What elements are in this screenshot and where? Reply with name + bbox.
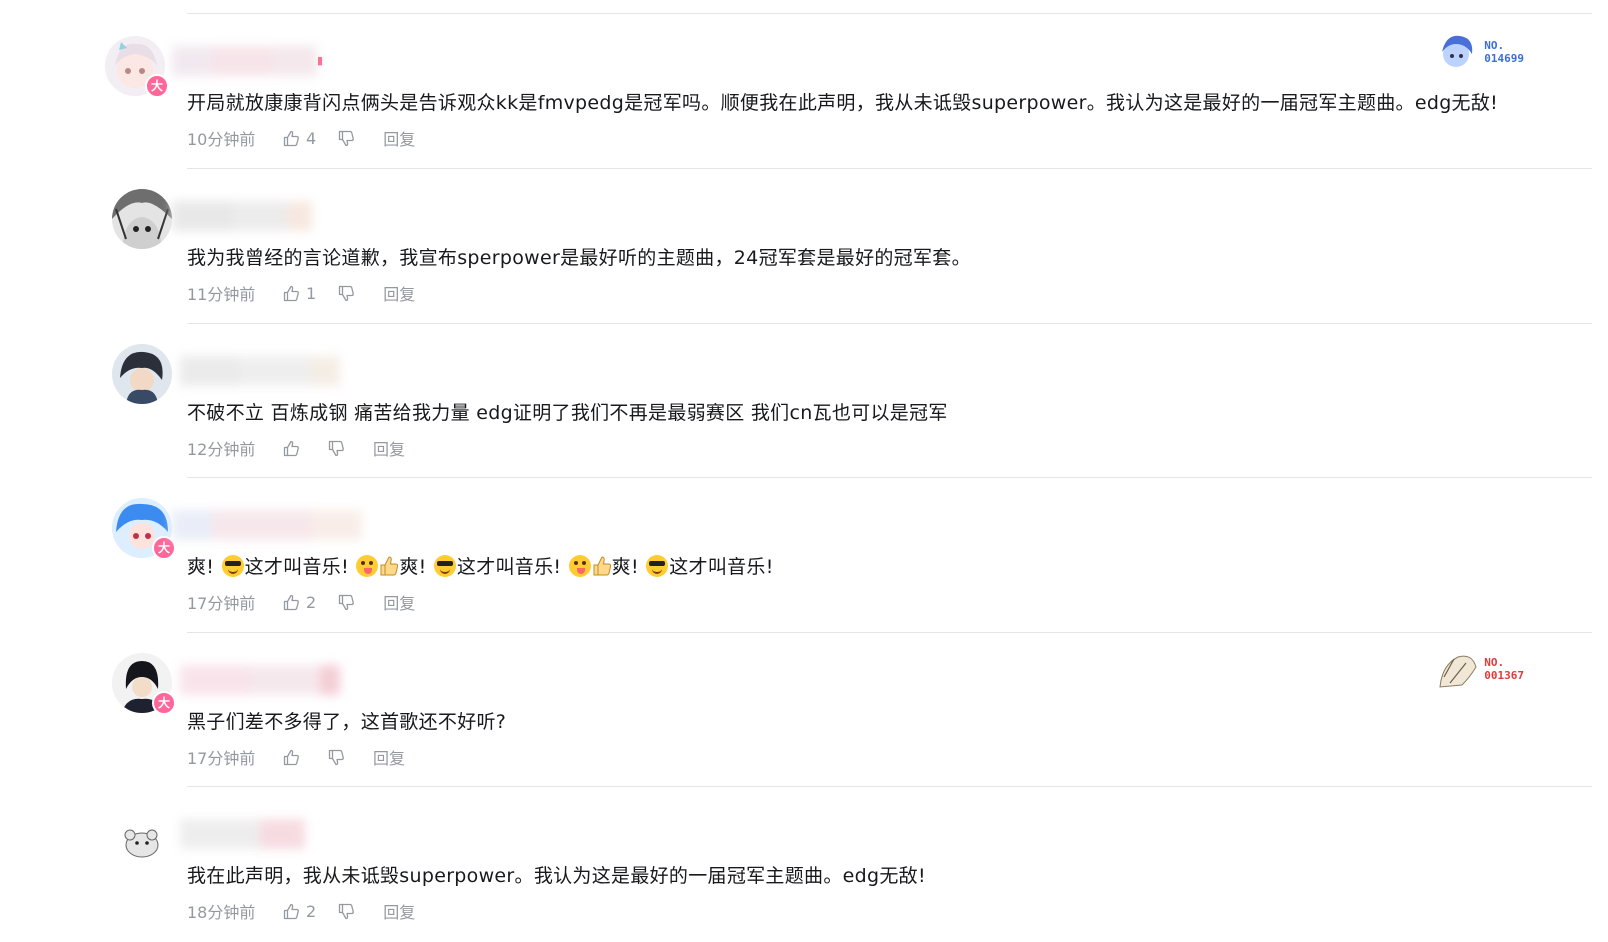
sunglasses-emoji <box>221 555 244 577</box>
thumbs-up-icon <box>283 130 299 146</box>
comment-item: 我在此声明，我从未诋毁superpower。我认为这是最好的一届冠军主题曲。ed… <box>0 773 1608 933</box>
thumbs-up-icon <box>283 285 299 301</box>
fan-badge-number: NO. 001367 <box>1484 656 1524 682</box>
tongue-out-emoji <box>568 555 591 577</box>
text-fragment: 爽! <box>187 556 215 578</box>
fan-badge-character <box>1436 30 1481 74</box>
avatar[interactable]: 大 <box>105 36 169 98</box>
comment-meta: 17分钟前 2 回复 <box>187 590 415 614</box>
comment-item: 不破不立 百炼成钢 痛苦给我力量 edg证明了我们不再是最弱赛区 我们cn瓦也可… <box>0 310 1608 470</box>
username-blurred[interactable] <box>180 350 340 392</box>
timestamp: 17分钟前 <box>187 749 256 768</box>
text-fragment: 爽! <box>399 556 427 578</box>
like-button[interactable]: 2 <box>283 593 316 612</box>
thumbs-up-icon <box>283 594 299 610</box>
like-count: 2 <box>306 901 317 921</box>
dislike-button[interactable] <box>338 130 355 147</box>
username-blurred[interactable] <box>172 504 362 546</box>
timestamp: 12分钟前 <box>187 440 256 459</box>
big-member-badge: 大 <box>152 691 176 715</box>
thumbs-up-icon <box>283 440 299 456</box>
fan-badge-image <box>1436 30 1481 74</box>
comment-item: 我为我曾经的言论道歉，我宣布sperpower是最好听的主题曲，24冠军套是最好… <box>0 155 1608 315</box>
dislike-button[interactable] <box>338 285 355 302</box>
username-blurred[interactable] <box>180 813 305 855</box>
comment-meta: 11分钟前 1 回复 <box>187 281 415 305</box>
username-blurred[interactable] <box>172 40 317 82</box>
sunglasses-emoji <box>433 555 456 577</box>
dislike-button[interactable] <box>338 594 355 611</box>
username-blurred[interactable] <box>172 195 317 237</box>
text-fragment: 这才叫音乐! <box>244 556 349 578</box>
fan-badge-image <box>1436 647 1481 691</box>
reply-button[interactable]: 回复 <box>373 436 405 460</box>
manga-avatar-image <box>112 189 172 249</box>
comment-text: 开局就放康康背闪点俩头是告诉观众kk是fmvpedg是冠军吗。顺便我在此声明，我… <box>187 92 1499 114</box>
thumbs-down-icon <box>339 130 355 146</box>
like-button[interactable]: 1 <box>283 284 316 303</box>
like-count: 4 <box>306 128 317 148</box>
avatar[interactable]: 大 <box>112 653 176 715</box>
thumbs-down-icon <box>339 594 355 610</box>
comment-meta: 12分钟前 回复 <box>187 436 405 460</box>
like-button[interactable] <box>283 749 306 766</box>
comment-meta: 10分钟前 4 回复 <box>187 126 415 150</box>
fan-badge-character <box>1436 647 1481 691</box>
thumbs-down-icon <box>328 440 344 456</box>
level-icon: ▮ <box>317 54 324 67</box>
like-button[interactable]: 2 <box>283 902 316 921</box>
thumbs-down-icon <box>328 749 344 765</box>
like-count: 1 <box>306 283 317 303</box>
sunglasses-emoji <box>646 555 669 577</box>
hamster-avatar-image <box>112 807 172 867</box>
timestamp: 10分钟前 <box>187 130 256 149</box>
like-button[interactable] <box>283 440 306 457</box>
thumbs-up-icon <box>283 903 299 919</box>
dislike-button[interactable] <box>328 749 345 766</box>
comment-item: 大 黑子们差不多得了，这首歌还不好听? 17分钟前 回复 NO. 001367 <box>0 619 1608 779</box>
comment-meta: 17分钟前 回复 <box>187 745 405 769</box>
dislike-button[interactable] <box>328 440 345 457</box>
like-count: 2 <box>306 592 317 612</box>
comment-meta: 18分钟前 2 回复 <box>187 899 415 923</box>
like-button[interactable]: 4 <box>283 129 316 148</box>
avatar[interactable] <box>112 344 172 404</box>
reply-button[interactable]: 回复 <box>383 126 415 150</box>
text-fragment: 这才叫音乐! <box>456 556 562 578</box>
comment-text: 爽! 这才叫音乐! 爽! 这才叫音乐! 爽! 这才叫音乐! <box>187 552 774 579</box>
timestamp: 18分钟前 <box>187 903 256 922</box>
dislike-button[interactable] <box>338 903 355 920</box>
thumbs-up-icon <box>283 749 299 765</box>
reply-button[interactable]: 回复 <box>383 899 415 923</box>
avatar[interactable] <box>112 189 172 249</box>
thumbs-down-icon <box>339 903 355 919</box>
fan-badge[interactable]: NO. 001367 <box>1436 647 1524 691</box>
reply-button[interactable]: 回复 <box>383 281 415 305</box>
fan-badge[interactable]: NO. 014699 <box>1436 30 1524 74</box>
comment-text: 我为我曾经的言论道歉，我宣布sperpower是最好听的主题曲，24冠军套是最好… <box>187 247 971 269</box>
text-fragment: 爽! <box>611 556 639 578</box>
thumbs-down-icon <box>339 285 355 301</box>
avatar[interactable] <box>112 807 172 867</box>
text-fragment: 这才叫音乐! <box>669 556 774 578</box>
comment-text: 黑子们差不多得了，这首歌还不好听? <box>187 711 507 733</box>
fan-badge-number: NO. 014699 <box>1484 39 1524 65</box>
comment-text: 不破不立 百炼成钢 痛苦给我力量 edg证明了我们不再是最弱赛区 我们cn瓦也可… <box>187 402 948 424</box>
comment-text: 我在此声明，我从未诋毁superpower。我认为这是最好的一届冠军主题曲。ed… <box>187 865 926 887</box>
tongue-out-emoji <box>356 555 379 577</box>
big-member-badge: 大 <box>145 74 169 98</box>
timestamp: 17分钟前 <box>187 594 256 613</box>
comment-item: 大 ▮ 开局就放康康背闪点俩头是告诉观众kk是fmvpedg是冠军吗。顺便我在此… <box>0 0 1608 160</box>
timestamp: 11分钟前 <box>187 285 256 304</box>
reply-button[interactable]: 回复 <box>373 745 405 769</box>
thumbs-up-emoji <box>593 556 611 576</box>
dark-hair-avatar-image <box>112 344 172 404</box>
avatar[interactable]: 大 <box>112 498 176 560</box>
username-blurred[interactable] <box>180 659 340 701</box>
comment-item: 大 爽! 这才叫音乐! 爽! 这才叫音乐! 爽! 这才叫音乐! 17分钟前 2 … <box>0 464 1608 624</box>
reply-button[interactable]: 回复 <box>383 590 415 614</box>
thumbs-up-emoji <box>380 556 399 576</box>
